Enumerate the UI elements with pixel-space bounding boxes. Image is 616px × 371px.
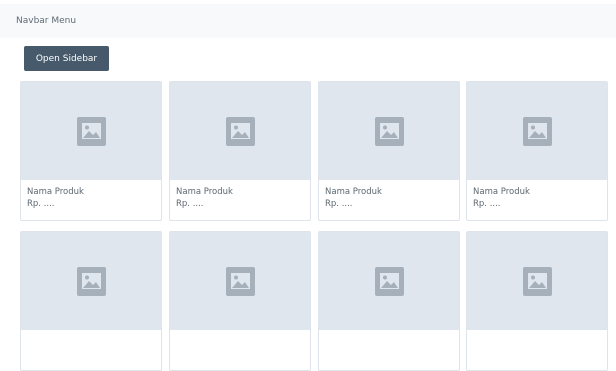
image-icon — [522, 266, 552, 296]
product-image — [21, 82, 161, 180]
product-grid: Nama Produk Rp. .... Nama Produk Rp. ...… — [0, 0, 616, 371]
product-image — [319, 82, 459, 180]
product-name: Nama Produk — [325, 187, 382, 197]
image-icon — [76, 116, 106, 146]
product-card[interactable]: Nama Produk Rp. .... — [318, 81, 460, 221]
product-card[interactable] — [466, 231, 608, 371]
image-icon — [522, 116, 552, 146]
image-icon — [374, 266, 404, 296]
product-card[interactable] — [318, 231, 460, 371]
product-price: Rp. .... — [473, 199, 501, 209]
product-image — [467, 82, 607, 180]
product-image — [467, 232, 607, 330]
image-icon — [225, 116, 255, 146]
image-icon — [225, 266, 255, 296]
product-card[interactable] — [169, 231, 311, 371]
product-card[interactable] — [20, 231, 162, 371]
product-card[interactable]: Nama Produk Rp. .... — [466, 81, 608, 221]
product-name: Nama Produk — [473, 187, 530, 197]
product-price: Rp. .... — [325, 199, 353, 209]
product-price: Rp. .... — [176, 199, 204, 209]
image-icon — [76, 266, 106, 296]
product-price: Rp. .... — [27, 199, 55, 209]
product-card[interactable]: Nama Produk Rp. .... — [20, 81, 162, 221]
image-icon — [374, 116, 404, 146]
product-image — [21, 232, 161, 330]
product-image — [170, 82, 310, 180]
product-card[interactable]: Nama Produk Rp. .... — [169, 81, 311, 221]
product-image — [319, 232, 459, 330]
product-image — [170, 232, 310, 330]
product-name: Nama Produk — [176, 187, 233, 197]
product-name: Nama Produk — [27, 187, 84, 197]
